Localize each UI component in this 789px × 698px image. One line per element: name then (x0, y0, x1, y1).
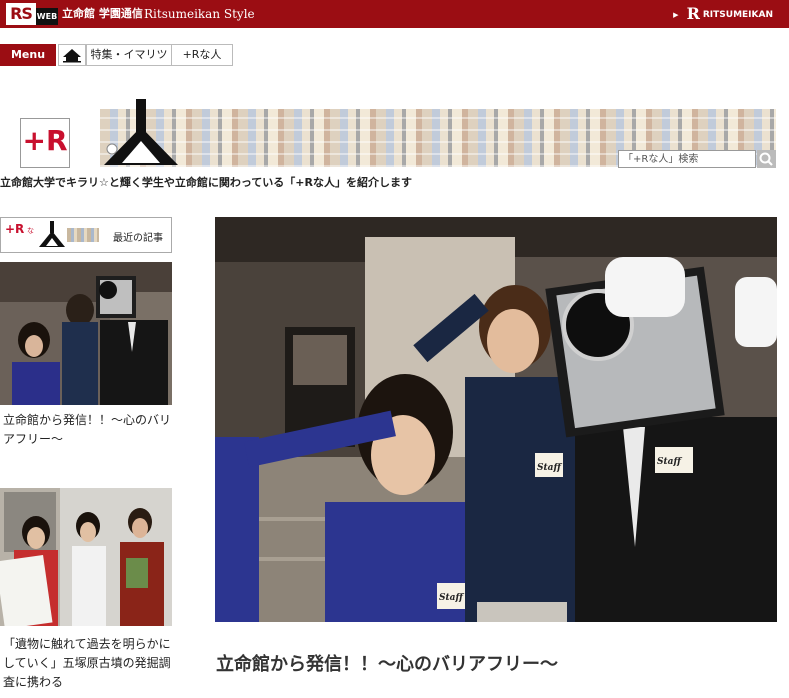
tab-plus-r-people[interactable]: +Rな人 (171, 44, 233, 66)
article-title-2[interactable]: 「遺物に触れて過去を明らかにしていく」五塚原古墳の発掘調査に携わる (3, 635, 171, 692)
plus-r-person-logo (104, 99, 178, 165)
rs-web-logo[interactable]: RS WEB (6, 3, 58, 25)
tab-feature[interactable]: 特集・イマリツ (86, 44, 172, 66)
search-button[interactable] (757, 150, 776, 168)
ritsumeikan-brand-text: RITSUMEIKAN (702, 10, 773, 20)
ritsumeikan-link[interactable]: ▶ R RITSUMEIKAN (673, 0, 773, 28)
top-bar: RS WEB 立命館 学園通信 Ritsumeikan Style ▶ R RITS… (0, 0, 789, 28)
mini-person-logo (39, 221, 65, 247)
menu-button[interactable]: Menu (0, 44, 56, 66)
home-icon (63, 49, 81, 63)
thumbnail-photo-1 (0, 262, 172, 405)
recent-articles-label: 最近の記事 (113, 233, 163, 244)
mini-mosaic (67, 228, 99, 242)
page-tagline: 立命館大学でキラリ☆と輝く学生や立命館に関わっている「+Rな人」を紹介します (0, 176, 412, 189)
staff-badge: Staff (439, 593, 463, 603)
recent-articles-header: +R な 最近の記事 (0, 217, 172, 253)
mini-na-text: な (27, 227, 34, 235)
main-article-photo[interactable]: Staff Staff Staff (215, 217, 777, 622)
site-name-jp[interactable]: 立命館 学園通信 (62, 0, 143, 28)
article-thumbnail-2[interactable] (0, 488, 172, 626)
play-arrow-icon: ▶ (673, 11, 679, 19)
ritsumeikan-r-logo: R (686, 4, 700, 23)
site-name-en[interactable]: Ritsumeikan Style (144, 0, 255, 28)
people-search-input[interactable]: 「+Rな人」検索 (618, 150, 756, 168)
article-title-1[interactable]: 立命館から発信！！～心のバリアフリー～ (3, 411, 171, 449)
article-thumbnail-1[interactable] (0, 262, 172, 405)
thumbnail-photo-2 (0, 488, 172, 626)
mini-plus-r-logo: +R (5, 222, 25, 236)
logo-rs-text: RS (6, 3, 36, 25)
staff-badge: Staff (537, 463, 561, 473)
main-article-title[interactable]: 立命館から発信！！～心のバリアフリー～ (216, 650, 558, 676)
hero-photo-illustration (215, 217, 777, 622)
plus-r-logo: +R (22, 124, 68, 157)
staff-badge: Staff (657, 457, 681, 467)
home-button[interactable] (58, 44, 86, 66)
search-icon (759, 152, 773, 166)
logo-web-text: WEB (36, 8, 58, 25)
